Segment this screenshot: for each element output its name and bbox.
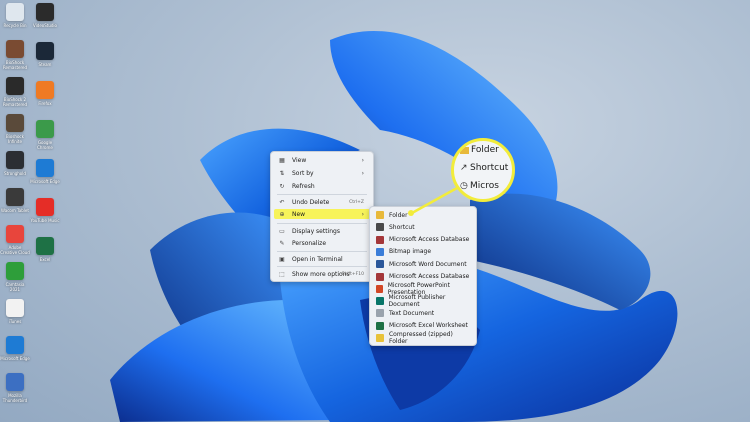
magnifier-label: Folder [471, 145, 499, 155]
magnifier-callout: Folder ↗ Shortcut ◷ Micros [451, 138, 515, 202]
magnifier-label: Shortcut [470, 163, 509, 173]
magnifier-row-folder: Folder [460, 145, 499, 155]
callout-line [408, 181, 467, 216]
magnifier-label: Micros [470, 181, 499, 191]
folder-icon [460, 146, 469, 154]
magnifier-row-access: ◷ Micros [460, 181, 499, 191]
magnifier-row-shortcut: ↗ Shortcut [460, 163, 508, 173]
access-icon: ◷ [460, 181, 468, 191]
shortcut-icon: ↗ [460, 163, 468, 173]
